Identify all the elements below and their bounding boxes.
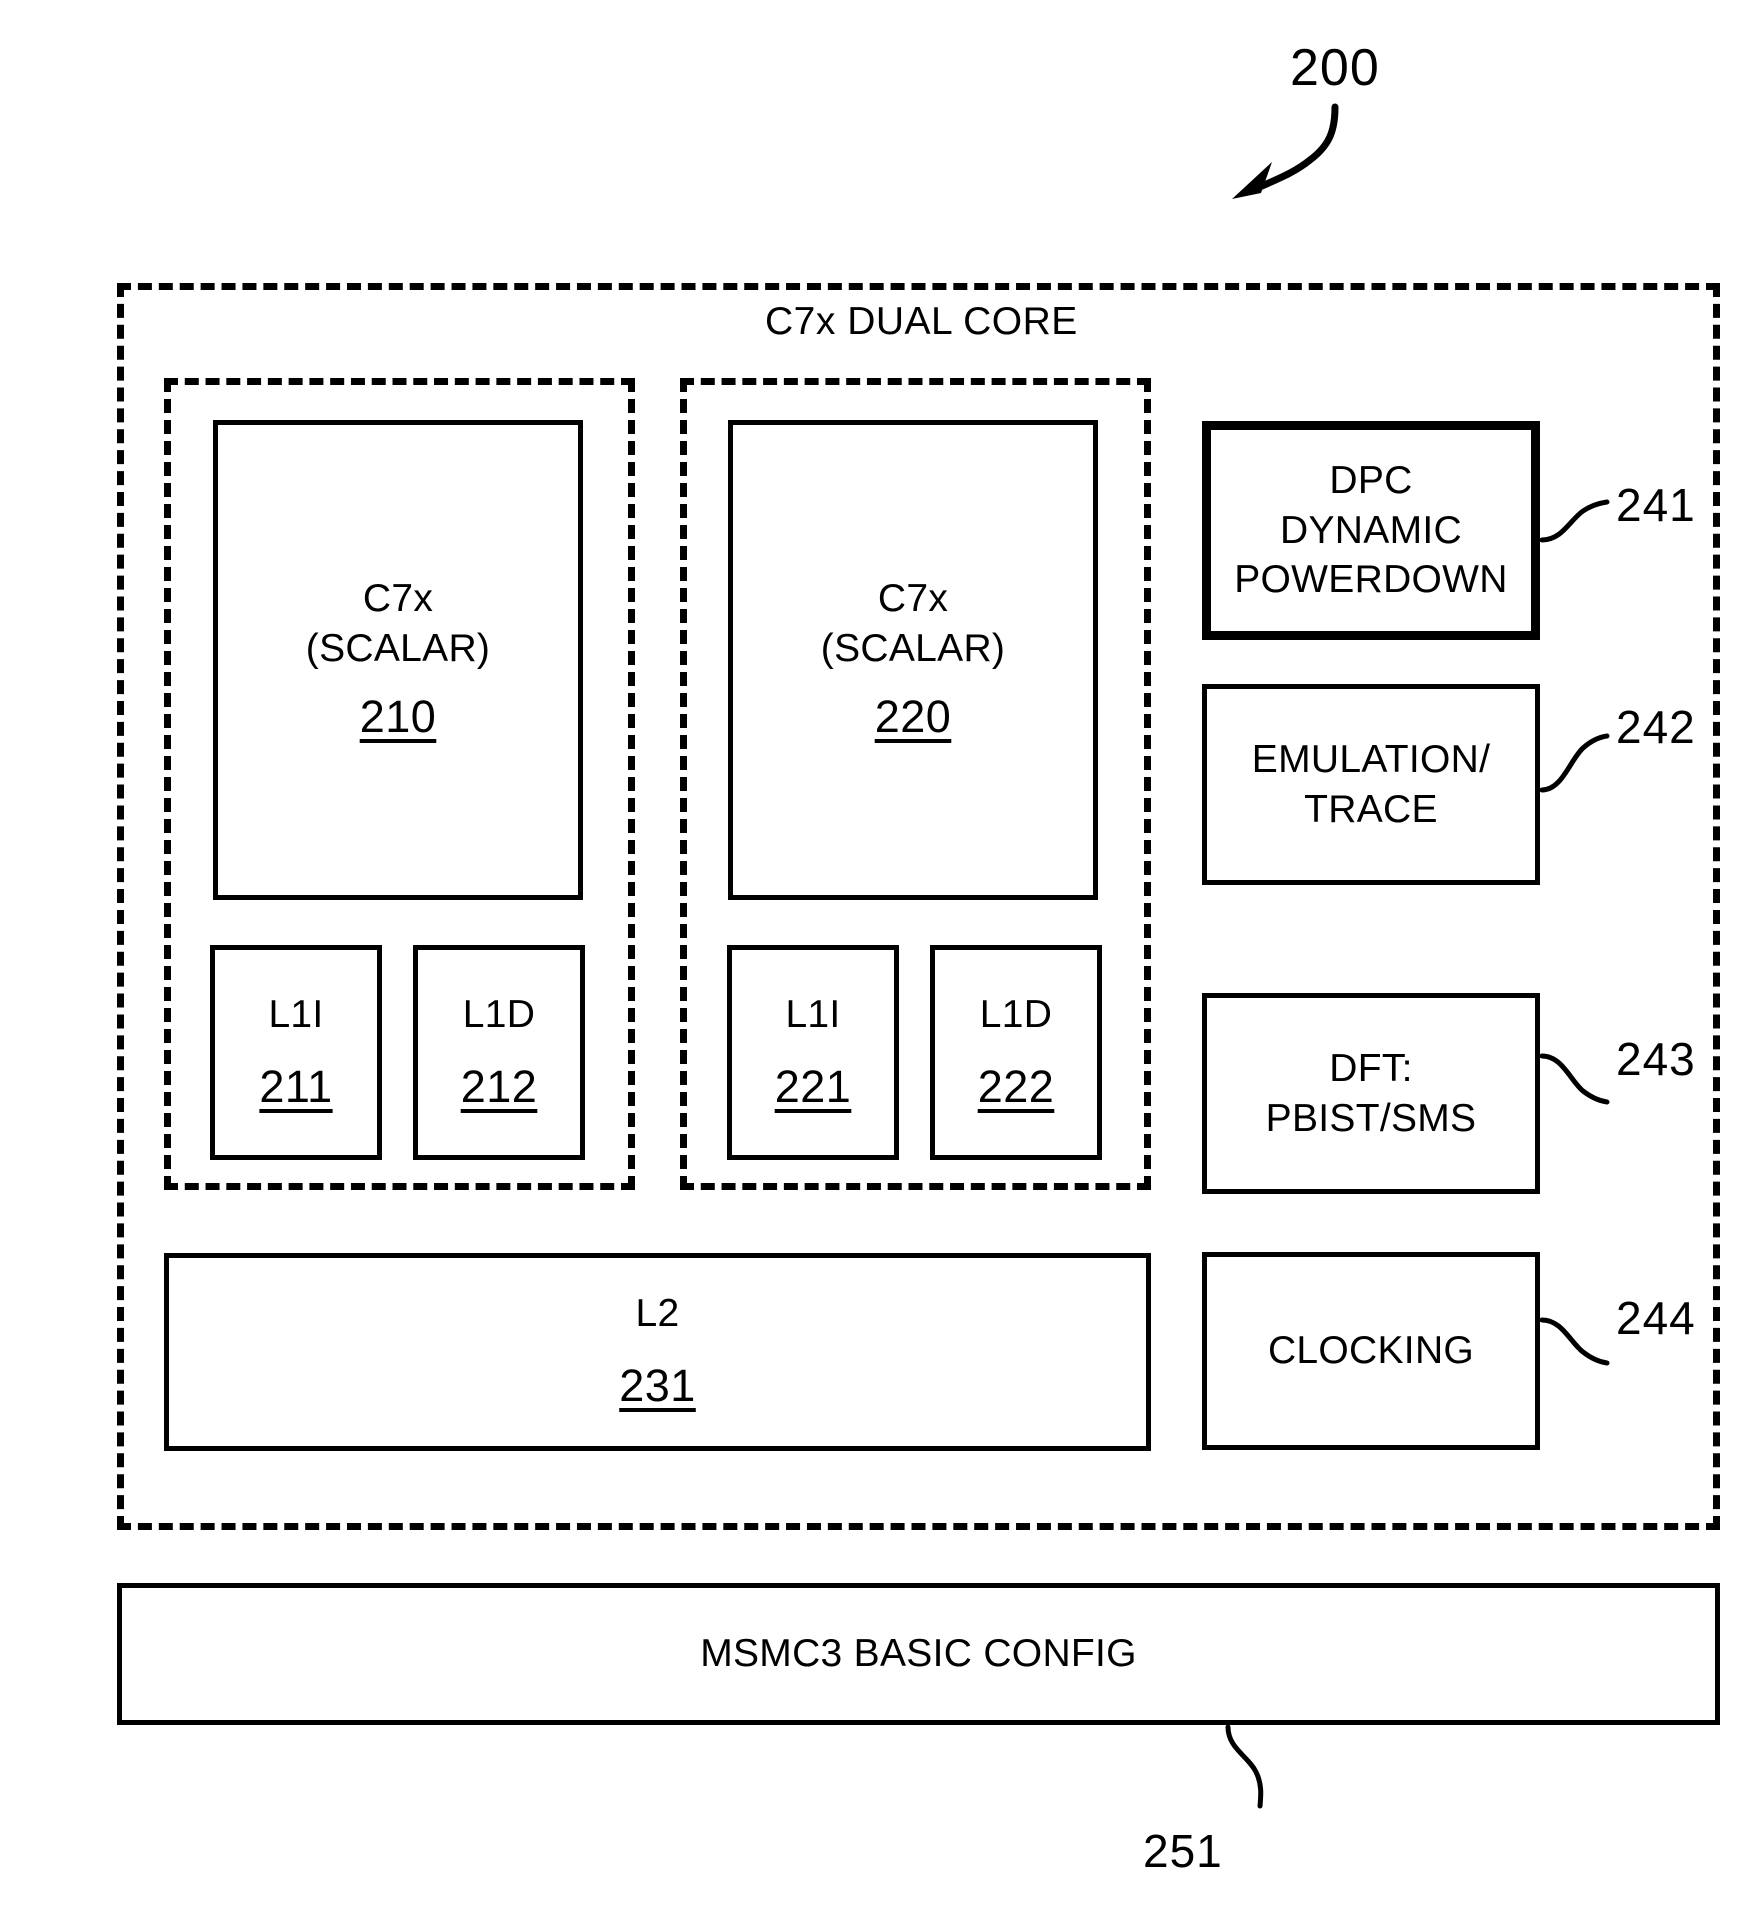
l1d-block-0[interactable]: L1D 212 [413, 945, 585, 1160]
figure-arrow-icon [1232, 103, 1339, 199]
c7x-scalar-title-line2-0: (SCALAR) [305, 627, 491, 671]
c7x-scalar-ref-1: 220 [874, 691, 952, 743]
dpc-line-0: DPC [1329, 458, 1413, 502]
emulation-trace-block[interactable]: EMULATION/ TRACE [1202, 684, 1540, 885]
l1d-ref-1: 222 [977, 1060, 1055, 1112]
l1i-label-0: L1I [268, 992, 324, 1036]
c7x-scalar-block-0[interactable]: C7x (SCALAR) 210 [213, 420, 583, 900]
callout-244: 244 [1616, 1292, 1696, 1344]
l1d-label-0: L1D [462, 992, 536, 1036]
l2-ref: 231 [619, 1360, 696, 1412]
l1i-label-1: L1I [785, 992, 841, 1036]
l1i-ref-1: 221 [774, 1060, 852, 1112]
dft-pbist-sms-block[interactable]: DFT: PBIST/SMS [1202, 993, 1540, 1194]
clocking-block[interactable]: CLOCKING [1202, 1252, 1540, 1450]
l1d-label-1: L1D [979, 992, 1053, 1036]
l2-block[interactable]: L2 231 [164, 1253, 1151, 1451]
c7x-scalar-title-line1-0: C7x [362, 577, 434, 621]
figure-number-label: 200 [1290, 39, 1380, 97]
l2-label: L2 [635, 1292, 680, 1336]
l1d-block-1[interactable]: L1D 222 [930, 945, 1102, 1160]
callout-243: 243 [1616, 1033, 1696, 1085]
callout-251: 251 [1143, 1825, 1223, 1877]
dft-line-1: PBIST/SMS [1265, 1096, 1477, 1140]
clocking-label: CLOCKING [1267, 1329, 1475, 1373]
dpc-line-1: DYNAMIC [1280, 508, 1462, 552]
dft-line-0: DFT: [1329, 1046, 1413, 1090]
l1i-block-0[interactable]: L1I 211 [210, 945, 382, 1160]
l1d-ref-0: 212 [460, 1060, 538, 1112]
msmc3-basic-config-block[interactable]: MSMC3 BASIC CONFIG [117, 1583, 1720, 1725]
l1i-ref-0: 211 [259, 1060, 333, 1112]
c7x-scalar-ref-0: 210 [359, 691, 437, 743]
c7x-scalar-title-line1-1: C7x [877, 577, 949, 621]
leader-line-251 [1225, 1724, 1264, 1809]
patent-figure-200: 200 C7x DUAL CORE C7x (SCALAR) 210 L1I 2… [0, 0, 1763, 1915]
dpc-dynamic-powerdown-block[interactable]: DPC DYNAMIC POWERDOWN [1202, 421, 1540, 640]
msmc3-label: MSMC3 BASIC CONFIG [700, 1632, 1137, 1676]
callout-241: 241 [1616, 479, 1696, 531]
c7x-scalar-title-line2-1: (SCALAR) [820, 627, 1006, 671]
emulation-line-0: EMULATION/ [1251, 737, 1491, 781]
l1i-block-1[interactable]: L1I 221 [727, 945, 899, 1160]
callout-242: 242 [1616, 701, 1696, 753]
emulation-line-1: TRACE [1304, 787, 1438, 831]
c7x-scalar-block-1[interactable]: C7x (SCALAR) 220 [728, 420, 1098, 900]
dpc-line-2: POWERDOWN [1234, 558, 1508, 602]
c7x-dual-core-title: C7x DUAL CORE [765, 300, 1078, 343]
